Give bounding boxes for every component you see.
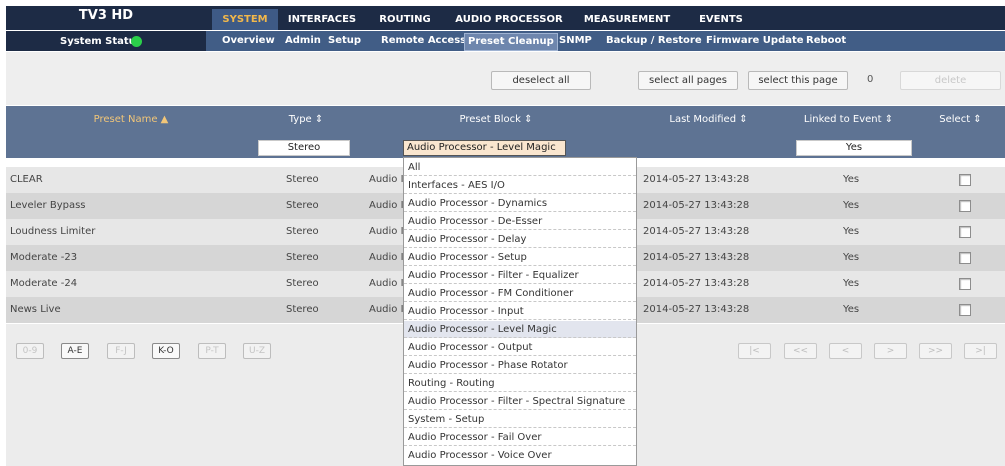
linked-to-event: Yes (843, 304, 860, 315)
last-modified: 2014-05-27 13:43:28 (643, 226, 750, 237)
alpha-filter-k-o[interactable]: K-O (152, 343, 180, 359)
preset-type: Stereo (286, 278, 319, 289)
alpha-filter-a-e[interactable]: A-E (61, 343, 89, 359)
select-all-pages-button[interactable]: select all pages (638, 71, 738, 90)
linked-to-event: Yes (843, 278, 860, 289)
device-name: TV3 HD (78, 8, 134, 23)
tab-events[interactable]: EVENTS (682, 9, 760, 30)
preset-block: Audio I (369, 226, 404, 237)
status-ok-indicator (131, 36, 142, 47)
row-select-checkbox[interactable] (959, 278, 971, 290)
preset-name: Moderate -24 (10, 278, 78, 289)
next-block-button[interactable]: >> (919, 343, 952, 359)
preset-type: Stereo (286, 252, 319, 263)
column-select[interactable]: Select ⇕ (916, 114, 1005, 125)
preset-type: Stereo (286, 226, 319, 237)
dropdown-option[interactable]: Audio Processor - Voice Over (404, 447, 636, 464)
row-select-checkbox[interactable] (959, 200, 971, 212)
dropdown-option[interactable]: Audio Processor - Input (404, 303, 636, 320)
row-select-checkbox[interactable] (959, 226, 971, 238)
row-select-checkbox[interactable] (959, 252, 971, 264)
dropdown-option[interactable]: All (404, 159, 636, 176)
preset-type: Stereo (286, 304, 319, 315)
subnav-setup[interactable]: Setup (328, 31, 361, 51)
dropdown-option[interactable]: Routing - Routing (404, 375, 636, 392)
alpha-filter-u-z[interactable]: U-Z (243, 343, 271, 359)
subnav-reboot[interactable]: Reboot (806, 31, 846, 51)
next-page-button[interactable]: > (874, 343, 907, 359)
preset-block-dropdown: All Interfaces - AES I/O Audio Processor… (403, 157, 637, 466)
column-type[interactable]: Type ⇕ (256, 114, 356, 125)
type-filter-input[interactable]: Stereo (258, 140, 350, 156)
last-modified: 2014-05-27 13:43:28 (643, 278, 750, 289)
tab-system[interactable]: SYSTEM (212, 9, 278, 30)
column-linked-to-event[interactable]: Linked to Event ⇕ (781, 114, 916, 125)
dropdown-option-selected[interactable]: Audio Processor - Level Magic (404, 321, 636, 338)
tab-audio-processor[interactable]: AUDIO PROCESSOR (446, 9, 572, 30)
dropdown-option[interactable]: System - Setup (404, 411, 636, 428)
dropdown-option[interactable]: Audio Processor - Fail Over (404, 429, 636, 446)
dropdown-option[interactable]: Audio Processor - FM Conditioner (404, 285, 636, 302)
last-page-button[interactable]: >| (964, 343, 997, 359)
alpha-filter-0-9[interactable]: 0-9 (16, 343, 44, 359)
select-this-page-button[interactable]: select this page (748, 71, 848, 90)
dropdown-option[interactable]: Audio Processor - Filter - Equalizer (404, 267, 636, 284)
linked-to-event: Yes (843, 252, 860, 263)
tab-routing[interactable]: ROUTING (366, 9, 444, 30)
alpha-filter-f-j[interactable]: F-J (107, 343, 135, 359)
linked-filter-input[interactable]: Yes (796, 140, 912, 156)
dropdown-option[interactable]: Audio Processor - Filter - Spectral Sign… (404, 393, 636, 410)
subnav-remote-access[interactable]: Remote Access (381, 31, 466, 51)
last-modified: 2014-05-27 13:43:28 (643, 174, 750, 185)
linked-to-event: Yes (843, 226, 860, 237)
deselect-all-button[interactable]: deselect all (491, 71, 591, 90)
dropdown-option[interactable]: Audio Processor - Delay (404, 231, 636, 248)
dropdown-option[interactable]: Audio Processor - Setup (404, 249, 636, 266)
preset-block: Audio I (369, 174, 404, 185)
linked-to-event: Yes (843, 174, 860, 185)
alpha-filter-p-t[interactable]: P-T (198, 343, 226, 359)
prev-block-button[interactable]: << (784, 343, 817, 359)
subnav-snmp[interactable]: SNMP (559, 31, 592, 51)
preset-type: Stereo (286, 174, 319, 185)
preset-name: News Live (10, 304, 61, 315)
column-preset-block[interactable]: Preset Block ⇕ (356, 114, 636, 125)
system-status-label[interactable]: System Status (60, 36, 142, 47)
last-modified: 2014-05-27 13:43:28 (643, 200, 750, 211)
dropdown-option[interactable]: Audio Processor - Dynamics (404, 195, 636, 212)
first-page-button[interactable]: |< (738, 343, 771, 359)
preset-name: Moderate -23 (10, 252, 78, 263)
dropdown-option[interactable]: Audio Processor - Output (404, 339, 636, 356)
subnav-backup-restore[interactable]: Backup / Restore (606, 31, 702, 51)
last-modified: 2014-05-27 13:43:28 (643, 304, 750, 315)
last-modified: 2014-05-27 13:43:28 (643, 252, 750, 263)
linked-to-event: Yes (843, 200, 860, 211)
preset-name: Leveler Bypass (10, 200, 86, 211)
tab-measurement[interactable]: MEASUREMENT (574, 9, 680, 30)
preset-block: Audio I (369, 200, 404, 211)
preset-name: CLEAR (10, 174, 43, 185)
preset-block: Audio I (369, 252, 404, 263)
prev-page-button[interactable]: < (829, 343, 862, 359)
column-last-modified[interactable]: Last Modified ⇕ (636, 114, 781, 125)
subnav-preset-cleanup[interactable]: Preset Cleanup (464, 33, 558, 51)
subnav-overview[interactable]: Overview (222, 31, 275, 51)
subnav-firmware-update[interactable]: Firmware Update (706, 31, 804, 51)
dropdown-option[interactable]: Audio Processor - Phase Rotator (404, 357, 636, 374)
preset-name: Loudness Limiter (10, 226, 96, 237)
column-preset-name[interactable]: Preset Name ▲ (6, 114, 256, 125)
selected-count: 0 (867, 74, 874, 85)
tab-interfaces[interactable]: INTERFACES (280, 9, 364, 30)
dropdown-option[interactable]: Audio Processor - De-Esser (404, 213, 636, 230)
row-select-checkbox[interactable] (959, 174, 971, 186)
delete-button[interactable]: delete (900, 71, 1001, 90)
subnav-admin[interactable]: Admin (285, 31, 321, 51)
dropdown-option[interactable]: Interfaces - AES I/O (404, 177, 636, 194)
preset-block-filter-select[interactable]: Audio Processor - Level Magic (403, 140, 566, 156)
row-select-checkbox[interactable] (959, 304, 971, 316)
preset-block: Audio I (369, 278, 404, 289)
preset-block: Audio I (369, 304, 404, 315)
preset-type: Stereo (286, 200, 319, 211)
